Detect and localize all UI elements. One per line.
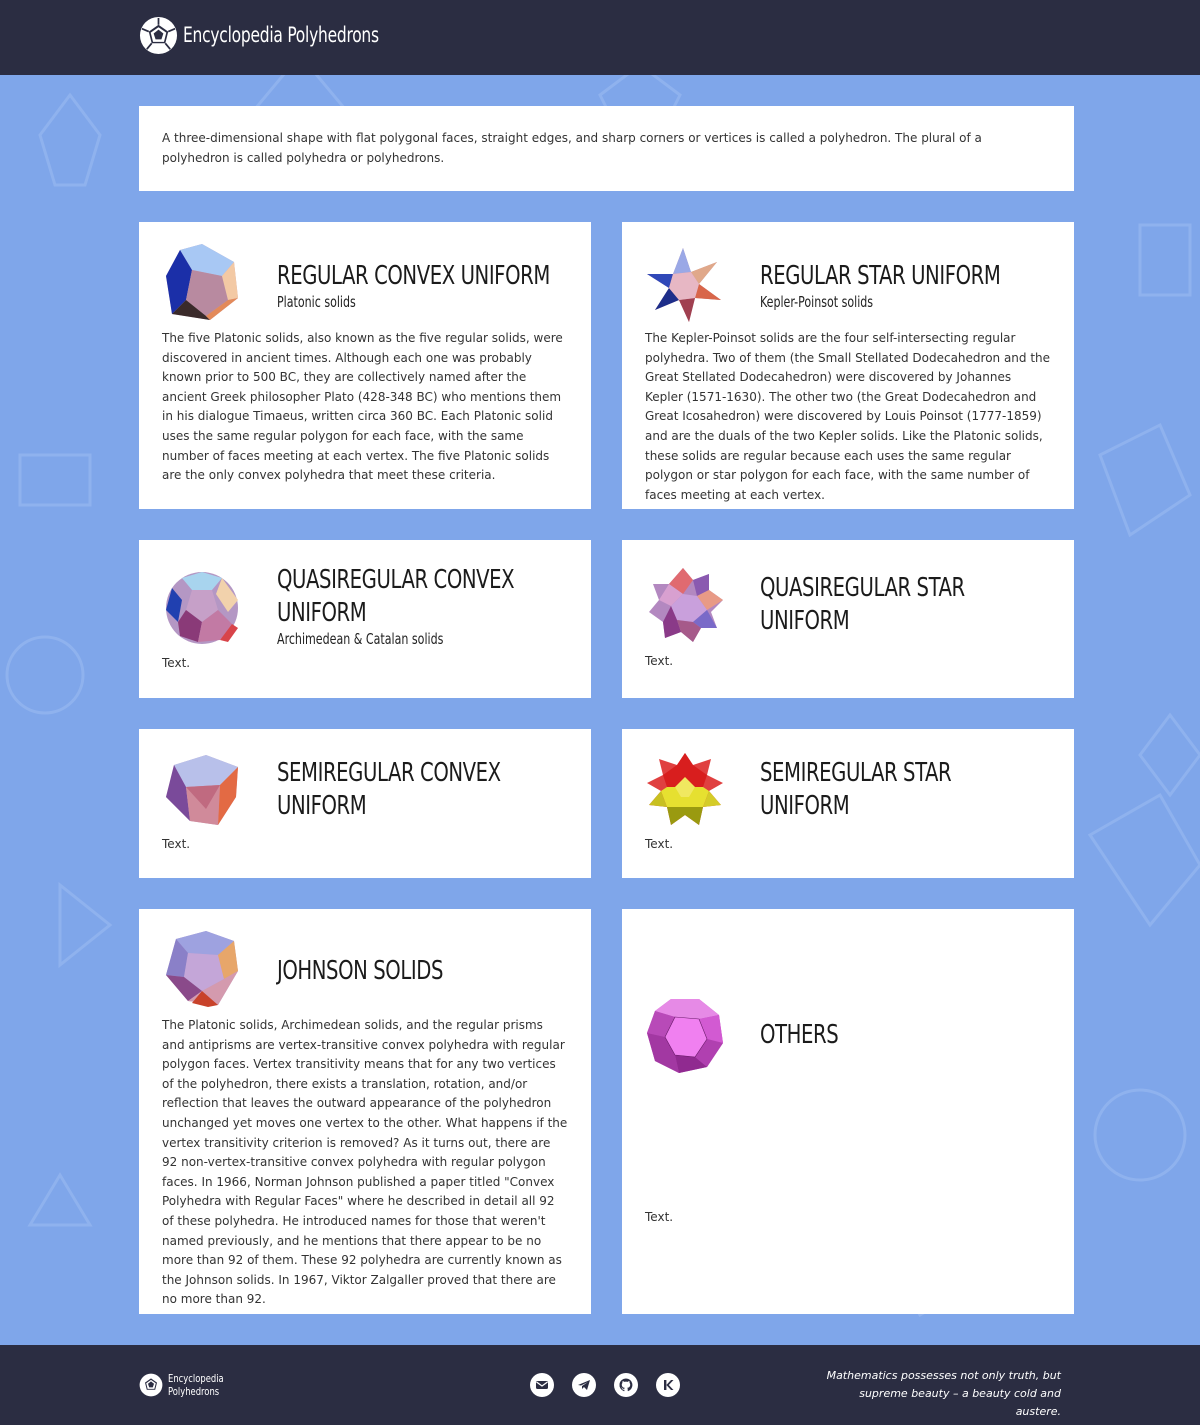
github-icon [619, 1378, 633, 1392]
card-regular-star-uniform[interactable]: REGULAR STAR UNIFORM Kepler-Poinsot soli… [622, 222, 1074, 509]
card-title: OTHERS [760, 1020, 839, 1050]
card-others[interactable]: OTHERS Text. [622, 909, 1074, 1314]
card-subtitle: Kepler-Poinsot solids [760, 293, 874, 311]
footer-quote-line2: supreme beauty – a beauty cold and auste… [859, 1387, 1061, 1418]
footer-quote: Mathematics possesses not only truth, bu… [821, 1367, 1061, 1421]
polyhedron-logo-icon [139, 1373, 163, 1397]
site-footer: Encyclopedia Polyhedrons Mathematics pos… [0, 1345, 1200, 1425]
card-description: Text. [645, 654, 674, 668]
prism-icon [166, 755, 238, 825]
email-icon [536, 1381, 548, 1389]
rhombicuboctahedron-icon [647, 999, 723, 1073]
card-semiregular-convex-uniform[interactable]: SEMIREGULAR CONVEX UNIFORM Text. [139, 729, 591, 878]
card-title: JOHNSON SOLIDS [277, 956, 444, 986]
card-quasiregular-convex-uniform[interactable]: QUASIREGULAR CONVEX UNIFORM Archimedean … [139, 540, 591, 698]
johnson-solid-icon [166, 931, 238, 1007]
card-subtitle: Platonic solids [277, 293, 356, 311]
card-title-line2: UNIFORM [277, 791, 367, 821]
footer-brand-link[interactable]: Encyclopedia Polyhedrons [139, 1372, 234, 1398]
intro-text: A three-dimensional shape with flat poly… [162, 131, 982, 165]
card-title-line1: QUASIREGULAR STAR [760, 573, 965, 603]
social-links [530, 1373, 680, 1397]
star-icosidodecahedron-icon [649, 568, 723, 642]
card-title-line2: UNIFORM [760, 606, 850, 636]
site-header: Encyclopedia Polyhedrons [0, 0, 1200, 75]
card-subtitle: Archimedean & Catalan solids [277, 630, 444, 648]
footer-brand-line2: Polyhedrons [168, 1385, 220, 1398]
email-link[interactable] [530, 1373, 554, 1397]
card-title-line2: UNIFORM [277, 598, 367, 628]
footer-quote-line1: Mathematics possesses not only truth, bu… [826, 1369, 1061, 1382]
card-description: The five Platonic solids, also known as … [162, 331, 563, 483]
kofi-link[interactable] [656, 1373, 680, 1397]
stellated-dodecahedron-icon [647, 248, 721, 322]
github-link[interactable] [614, 1373, 638, 1397]
telegram-icon [578, 1380, 590, 1390]
card-title-line1: QUASIREGULAR CONVEX [277, 565, 515, 595]
polyhedron-logo-icon [139, 16, 178, 54]
kofi-icon [664, 1380, 674, 1390]
card-regular-convex-uniform[interactable]: REGULAR CONVEX UNIFORM Platonic solids T… [139, 222, 591, 509]
card-description: The Kepler-Poinsot solids are the four s… [645, 331, 1051, 502]
card-description: Text. [645, 837, 674, 851]
card-title: REGULAR CONVEX UNIFORM [277, 261, 550, 291]
card-quasiregular-star-uniform[interactable]: QUASIREGULAR STAR UNIFORM Text. [622, 540, 1074, 698]
card-description: Text. [645, 1210, 674, 1224]
card-title: REGULAR STAR UNIFORM [760, 261, 1001, 291]
card-title-line2: UNIFORM [760, 791, 850, 821]
brand-link[interactable]: Encyclopedia Polyhedrons [139, 15, 422, 55]
card-semiregular-star-uniform[interactable]: SEMIREGULAR STAR UNIFORM Text. [622, 729, 1074, 878]
footer-brand-line1: Encyclopedia [168, 1372, 224, 1385]
intro-box: A three-dimensional shape with flat poly… [139, 106, 1074, 191]
card-description: Text. [162, 656, 191, 670]
card-description: The Platonic solids, Archimedean solids,… [162, 1018, 568, 1307]
star-prism-icon [647, 753, 723, 825]
card-title-line1: SEMIREGULAR STAR [760, 758, 952, 788]
dodecahedron-icon [166, 244, 238, 320]
card-title-line1: SEMIREGULAR CONVEX [277, 758, 501, 788]
telegram-link[interactable] [572, 1373, 596, 1397]
site-title: Encyclopedia Polyhedrons [183, 23, 379, 47]
card-johnson-solids[interactable]: JOHNSON SOLIDS The Platonic solids, Arch… [139, 909, 591, 1314]
icosidodecahedron-icon [166, 572, 238, 644]
card-description: Text. [162, 837, 191, 851]
